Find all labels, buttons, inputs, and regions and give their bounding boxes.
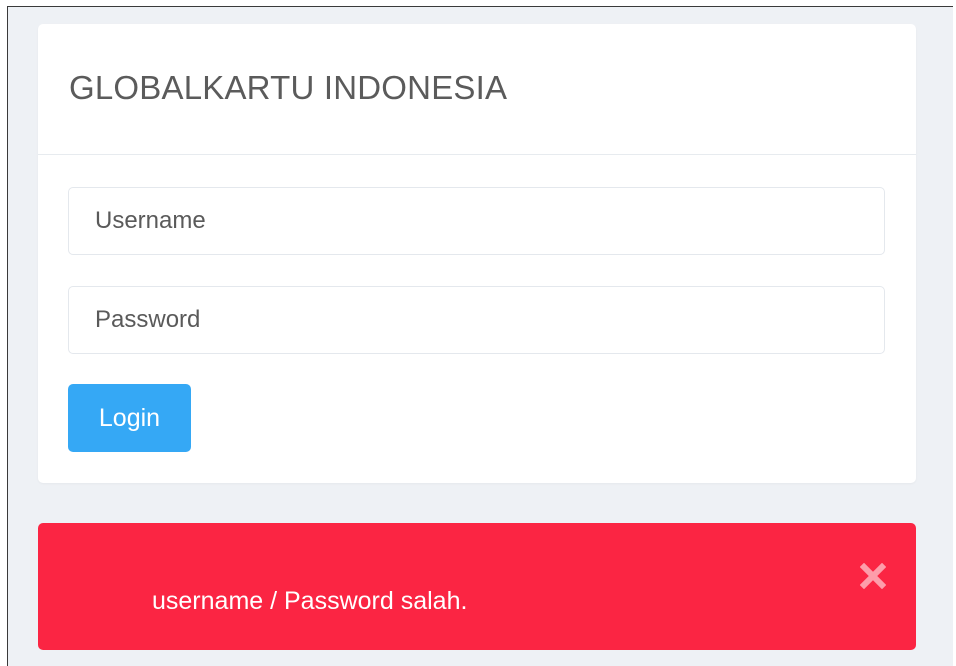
username-input[interactable] <box>68 187 885 255</box>
page-background: GLOBALKARTU INDONESIA Login username / P… <box>7 6 953 666</box>
login-card-header: GLOBALKARTU INDONESIA <box>38 24 916 155</box>
login-button[interactable]: Login <box>68 384 191 452</box>
error-alert: username / Password salah. <box>38 523 916 650</box>
error-message: username / Password salah. <box>152 587 468 615</box>
login-card: GLOBALKARTU INDONESIA Login <box>38 24 916 483</box>
password-input[interactable] <box>68 286 885 354</box>
close-icon[interactable] <box>859 562 887 590</box>
login-title: GLOBALKARTU INDONESIA <box>69 69 508 106</box>
